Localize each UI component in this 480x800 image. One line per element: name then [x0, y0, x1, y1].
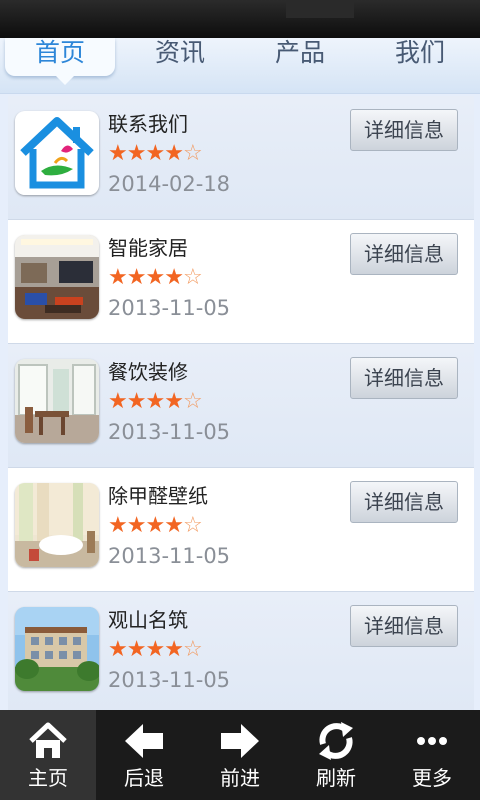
- nav-home-label: 主页: [28, 766, 68, 790]
- details-button[interactable]: 详细信息: [350, 357, 458, 399]
- star-empty-icon: ☆: [182, 389, 203, 414]
- star-filled-icon: ★: [164, 265, 184, 290]
- nav-more-button[interactable]: 更多: [384, 710, 480, 800]
- rating-stars: ★★★★☆: [108, 141, 203, 166]
- tab-products[interactable]: 产品: [245, 38, 355, 76]
- rating-stars: ★★★★☆: [108, 265, 203, 290]
- star-filled-icon: ★: [126, 265, 147, 290]
- bedroom-thumbnail: [15, 483, 99, 567]
- tab-news[interactable]: 资讯: [125, 38, 235, 76]
- nav-home-button[interactable]: 主页: [0, 710, 96, 800]
- list-item-title: 除甲醛壁纸: [108, 484, 208, 508]
- star-filled-icon: ★: [126, 389, 147, 414]
- rating-stars: ★★★★☆: [108, 389, 203, 414]
- nav-back-button[interactable]: 后退: [96, 710, 192, 800]
- top-tab-bar: 首页 资讯 产品 我们: [0, 38, 480, 94]
- dining-room-thumbnail: [15, 359, 99, 443]
- list-item[interactable]: 除甲醛壁纸 ★★★★☆ 2013-11-05 详细信息: [8, 468, 474, 592]
- star-empty-icon: ☆: [182, 513, 203, 538]
- list-item[interactable]: 联系我们 ★★★★☆ 2014-02-18 详细信息: [8, 96, 474, 220]
- list-item-date: 2013-11-05: [108, 544, 231, 568]
- list-item-date: 2013-11-05: [108, 668, 231, 692]
- back-arrow-icon: [125, 724, 163, 758]
- nav-forward-label: 前进: [220, 766, 260, 790]
- star-filled-icon: ★: [164, 513, 184, 538]
- house-logo-thumbnail: [15, 111, 99, 195]
- list-item-date: 2013-11-05: [108, 420, 231, 444]
- star-filled-icon: ★: [145, 513, 165, 538]
- status-bar-shade: [286, 0, 354, 18]
- refresh-icon: [319, 722, 353, 760]
- details-button[interactable]: 详细信息: [350, 481, 458, 523]
- tab-about[interactable]: 我们: [365, 38, 475, 76]
- list-item-date: 2014-02-18: [108, 172, 231, 196]
- details-button[interactable]: 详细信息: [350, 605, 458, 647]
- list-item[interactable]: 餐饮装修 ★★★★☆ 2013-11-05 详细信息: [8, 344, 474, 468]
- living-room-thumbnail: [15, 235, 99, 319]
- star-filled-icon: ★: [126, 141, 147, 166]
- star-filled-icon: ★: [145, 141, 165, 166]
- star-filled-icon: ★: [108, 637, 128, 662]
- star-filled-icon: ★: [145, 265, 165, 290]
- nav-forward-button[interactable]: 前进: [192, 710, 288, 800]
- nav-refresh-label: 刷新: [316, 766, 356, 790]
- home-icon: [29, 722, 67, 758]
- star-empty-icon: ☆: [182, 265, 203, 290]
- list-item-date: 2013-11-05: [108, 296, 231, 320]
- details-button[interactable]: 详细信息: [350, 109, 458, 151]
- star-filled-icon: ★: [108, 265, 128, 290]
- star-empty-icon: ☆: [182, 141, 203, 166]
- star-filled-icon: ★: [164, 637, 184, 662]
- forward-arrow-icon: [221, 724, 259, 758]
- list-item-title: 智能家居: [108, 236, 188, 260]
- list-item[interactable]: 智能家居 ★★★★☆ 2013-11-05 详细信息: [8, 220, 474, 344]
- star-filled-icon: ★: [164, 389, 184, 414]
- article-list: 联系我们 ★★★★☆ 2014-02-18 详细信息 智能家居 ★★★★☆ 20…: [8, 96, 474, 716]
- building-thumbnail: [15, 607, 99, 691]
- nav-more-label: 更多: [412, 766, 452, 790]
- star-filled-icon: ★: [126, 513, 147, 538]
- more-icon: [417, 737, 447, 745]
- status-bar: [0, 0, 480, 38]
- star-filled-icon: ★: [164, 141, 184, 166]
- star-filled-icon: ★: [126, 637, 147, 662]
- list-item-title: 观山名筑: [108, 608, 188, 632]
- star-empty-icon: ☆: [182, 637, 203, 662]
- rating-stars: ★★★★☆: [108, 637, 203, 662]
- star-filled-icon: ★: [145, 389, 165, 414]
- rating-stars: ★★★★☆: [108, 513, 203, 538]
- star-filled-icon: ★: [108, 141, 128, 166]
- list-item-title: 餐饮装修: [108, 360, 188, 384]
- tab-home[interactable]: 首页: [5, 38, 115, 85]
- details-button[interactable]: 详细信息: [350, 233, 458, 275]
- bottom-nav-bar: 主页 后退 前进 刷新 更多: [0, 710, 480, 800]
- star-filled-icon: ★: [108, 389, 128, 414]
- nav-back-label: 后退: [124, 766, 164, 790]
- list-item-title: 联系我们: [108, 112, 188, 136]
- star-filled-icon: ★: [108, 513, 128, 538]
- star-filled-icon: ★: [145, 637, 165, 662]
- list-item[interactable]: 观山名筑 ★★★★☆ 2013-11-05 详细信息: [8, 592, 474, 716]
- nav-refresh-button[interactable]: 刷新: [288, 710, 384, 800]
